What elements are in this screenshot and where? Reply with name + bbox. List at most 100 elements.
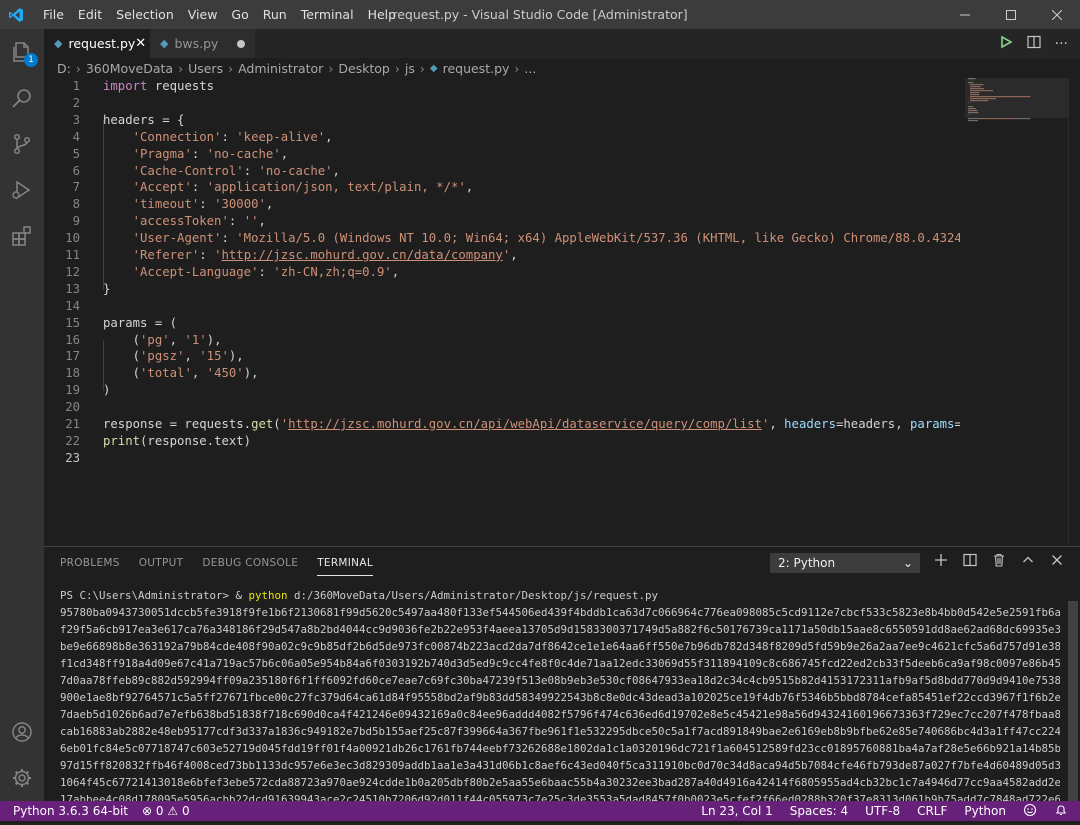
- code-line[interactable]: 23: [44, 450, 960, 467]
- explorer-badge: 1: [24, 53, 38, 67]
- terminal-select[interactable]: 2: Python ⌄: [770, 553, 920, 573]
- line-number: 8: [72, 197, 80, 212]
- code-text: response = requests.get('http://jzsc.moh…: [103, 416, 960, 433]
- breadcrumb-item[interactable]: Administrator: [238, 61, 323, 76]
- chevron-right-icon: ›: [228, 60, 234, 76]
- code-line[interactable]: 3 headers = {: [44, 112, 960, 129]
- extensions-button[interactable]: [0, 213, 44, 259]
- indentation[interactable]: Spaces: 4: [790, 804, 848, 818]
- manage-button[interactable]: [0, 755, 44, 801]
- close-window-button[interactable]: [1034, 0, 1080, 29]
- code-token: ,: [510, 248, 518, 262]
- code-line[interactable]: 18 ('total', '450'),: [44, 365, 960, 382]
- explorer-button[interactable]: 1: [0, 29, 44, 75]
- close-icon[interactable]: ✕: [135, 36, 146, 51]
- code-line[interactable]: 19): [44, 382, 960, 399]
- code-line[interactable]: 2: [44, 95, 960, 112]
- run-python-file-button[interactable]: [999, 34, 1013, 53]
- code-line[interactable]: 17 ('pgsz', '15'),: [44, 348, 960, 365]
- breadcrumb-item[interactable]: Desktop: [338, 61, 390, 76]
- menu-edit[interactable]: Edit: [71, 0, 109, 29]
- menu-file[interactable]: File: [36, 0, 71, 29]
- code-token: 'Cache-Control': [132, 163, 244, 178]
- vscode-logo-icon: [0, 0, 32, 29]
- code-token: 'accessToken': [132, 214, 229, 229]
- line-number: 22: [65, 433, 80, 448]
- code-line[interactable]: 13}: [44, 281, 960, 298]
- code-line[interactable]: 15 params = (: [44, 315, 960, 332]
- encoding[interactable]: UTF-8: [865, 804, 900, 818]
- source-control-button[interactable]: [0, 121, 44, 167]
- breadcrumb-item[interactable]: 360MoveData: [86, 61, 173, 76]
- tab-request-py[interactable]: ◆ request.py ✕: [44, 29, 150, 58]
- python-interpreter[interactable]: Python 3.6.3 64-bit: [13, 804, 128, 818]
- language-mode[interactable]: Python: [964, 804, 1006, 818]
- code-line[interactable]: 6 'Cache-Control': 'no-cache',: [44, 163, 960, 180]
- breadcrumb-item[interactable]: js: [405, 61, 415, 76]
- python-file-icon: ◆: [54, 37, 63, 50]
- split-editor-button[interactable]: [1027, 34, 1041, 53]
- code-line[interactable]: 11 'Referer': 'http://jzsc.mohurd.gov.cn…: [44, 247, 960, 264]
- code-line[interactable]: 1 import requests: [44, 78, 960, 95]
- feedback-icon[interactable]: [1023, 803, 1037, 820]
- run-debug-button[interactable]: [0, 167, 44, 213]
- panel-tab-debug-console[interactable]: DEBUG CONSOLE: [202, 549, 298, 575]
- minimap-mark: [1030, 118, 1031, 120]
- new-terminal-icon[interactable]: [934, 553, 948, 567]
- menu-selection[interactable]: Selection: [109, 0, 181, 29]
- breadcrumb-item[interactable]: Users: [188, 61, 223, 76]
- menu-run[interactable]: Run: [256, 0, 294, 29]
- code-line[interactable]: 7 'Accept': 'application/json, text/plai…: [44, 179, 960, 196]
- code-editor[interactable]: 1 import requests 2 3 headers = {4 'Connecti…: [44, 78, 960, 546]
- tab-bws-py[interactable]: ◆ bws.py: [150, 29, 256, 58]
- code-token: requests: [147, 79, 215, 93]
- end-of-line[interactable]: CRLF: [917, 804, 947, 818]
- terminal-scrollbar[interactable]: [1068, 601, 1078, 801]
- minimap-mark: [970, 92, 975, 94]
- chevron-right-icon: ›: [75, 60, 81, 76]
- cursor-position[interactable]: Ln 23, Col 1: [701, 804, 773, 818]
- maximize-button[interactable]: [988, 0, 1034, 29]
- menu-terminal[interactable]: Terminal: [294, 0, 361, 29]
- code-line[interactable]: 16 ('pg', '1'),: [44, 332, 960, 349]
- accounts-button[interactable]: [0, 709, 44, 755]
- problems-count[interactable]: ⊗ 0 ⚠ 0: [142, 804, 190, 818]
- breadcrumb-item[interactable]: D:: [57, 61, 71, 76]
- code-line[interactable]: 5 'Pragma': 'no-cache',: [44, 146, 960, 163]
- menu-view[interactable]: View: [181, 0, 225, 29]
- breadcrumb-item[interactable]: request.py: [443, 61, 510, 76]
- chevron-up-icon[interactable]: [1021, 553, 1035, 567]
- trash-icon[interactable]: [992, 553, 1006, 567]
- panel-tab-terminal[interactable]: TERMINAL: [317, 549, 373, 576]
- code-token: ,: [265, 197, 274, 212]
- minimap-mark: [979, 118, 980, 120]
- minimap-mark: [979, 92, 980, 94]
- error-icon: ⊗: [142, 804, 153, 818]
- menu-help[interactable]: Help: [361, 0, 404, 29]
- editor-scrollbar[interactable]: [1068, 78, 1080, 546]
- terminal-output[interactable]: PS C:\Users\Administrator> & python d:/3…: [60, 587, 1060, 825]
- code-line[interactable]: 14: [44, 298, 960, 315]
- panel-tab-problems[interactable]: PROBLEMS: [60, 549, 120, 575]
- panel-tab-output[interactable]: OUTPUT: [139, 549, 184, 575]
- code-line[interactable]: 10 'User-Agent': 'Mozilla/5.0 (Windows N…: [44, 230, 960, 247]
- more-actions-button[interactable]: ···: [1055, 36, 1068, 52]
- code-line[interactable]: 21 response = requests.get('http://jzsc.m…: [44, 416, 960, 433]
- close-panel-icon[interactable]: [1050, 553, 1064, 567]
- minimap-mark: [977, 94, 979, 96]
- minimize-button[interactable]: [942, 0, 988, 29]
- search-button[interactable]: [0, 75, 44, 121]
- code-line[interactable]: 8 'timeout': '30000',: [44, 196, 960, 213]
- breadcrumb-item[interactable]: ...: [524, 61, 536, 76]
- code-line[interactable]: 12 'Accept-Language': 'zh-CN,zh;q=0.9',: [44, 264, 960, 281]
- menu-go[interactable]: Go: [224, 0, 255, 29]
- code-line[interactable]: 20: [44, 399, 960, 416]
- code-line[interactable]: 22 print(response.text): [44, 433, 960, 450]
- modified-dot-icon[interactable]: [237, 39, 245, 48]
- notifications-icon[interactable]: [1054, 803, 1068, 820]
- code-line[interactable]: 4 'Connection': 'keep-alive',: [44, 129, 960, 146]
- split-terminal-icon[interactable]: [963, 553, 977, 567]
- code-line[interactable]: 9 'accessToken': '',: [44, 213, 960, 230]
- minimap[interactable]: [960, 78, 1068, 546]
